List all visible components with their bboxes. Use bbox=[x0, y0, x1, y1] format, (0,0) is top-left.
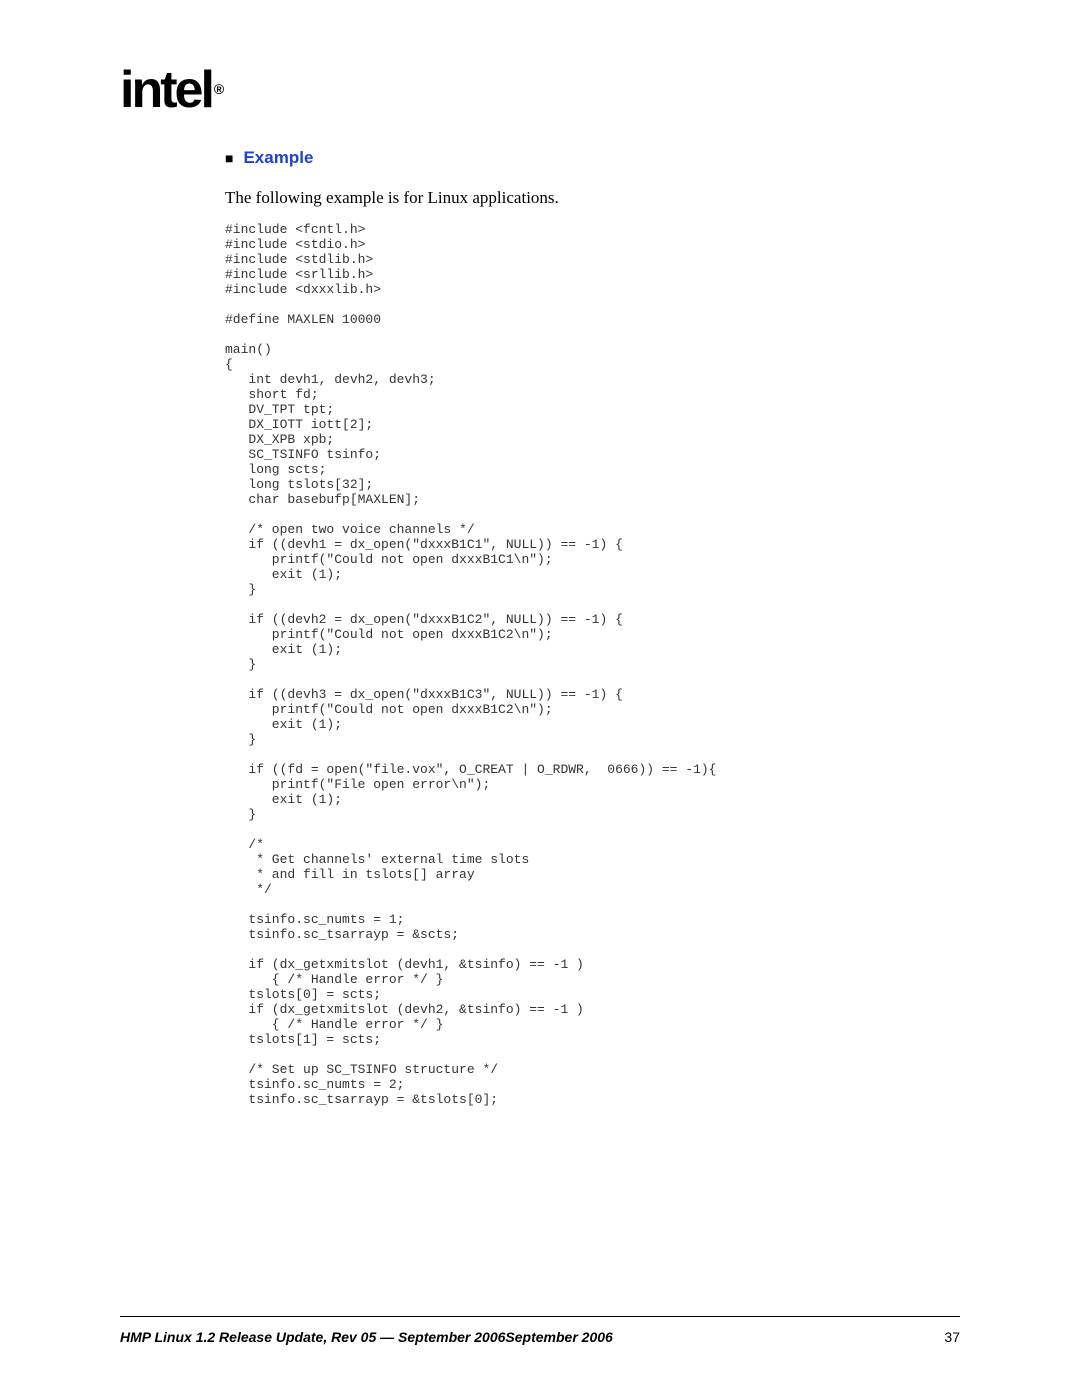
document-page: intel® ■ Example The following example is… bbox=[0, 0, 1080, 1397]
registered-mark: ® bbox=[214, 81, 224, 97]
page-footer: HMP Linux 1.2 Release Update, Rev 05 — S… bbox=[120, 1329, 960, 1345]
bullet-icon: ■ bbox=[225, 150, 233, 166]
code-block: #include <fcntl.h> #include <stdio.h> #i… bbox=[225, 222, 716, 1107]
heading-text: Example bbox=[243, 148, 313, 167]
footer-rule bbox=[120, 1316, 960, 1317]
page-number: 37 bbox=[944, 1329, 960, 1345]
section-heading: ■ Example bbox=[225, 148, 313, 168]
footer-title: HMP Linux 1.2 Release Update, Rev 05 — S… bbox=[120, 1329, 613, 1345]
intel-logo: intel® bbox=[120, 60, 222, 120]
logo-text: intel bbox=[120, 61, 212, 119]
intro-paragraph: The following example is for Linux appli… bbox=[225, 188, 559, 208]
